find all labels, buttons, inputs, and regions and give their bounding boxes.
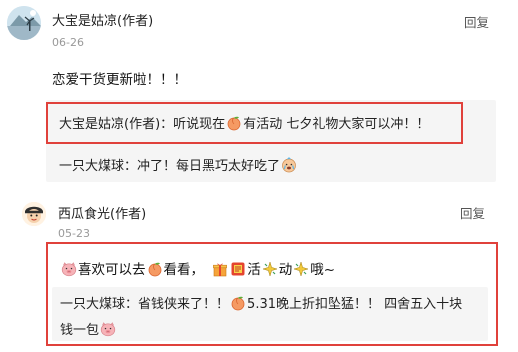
reply-text: 冲了！每日黑巧太好吃了 bbox=[137, 159, 281, 174]
comment-text-part: 活 bbox=[247, 262, 261, 278]
reply-item: 一只大煤球：冲了！每日黑巧太好吃了 bbox=[59, 155, 298, 174]
reply-separator: ： bbox=[160, 117, 174, 132]
avatar[interactable] bbox=[22, 202, 46, 226]
crying-face-emoji-icon bbox=[281, 157, 297, 173]
peach-emoji-icon bbox=[147, 261, 163, 277]
comment-date: 05-23 bbox=[58, 227, 90, 240]
comment-text: 喜欢可以去 看看， 活 动 哦~ bbox=[60, 258, 335, 278]
comment-text-part: 看看， bbox=[163, 262, 205, 278]
reply-button[interactable]: 回复 bbox=[464, 12, 489, 31]
comment-date: 06-26 bbox=[52, 36, 84, 49]
comment-text-part: 动 bbox=[278, 262, 293, 278]
reply-text: 省钱侠来了！！ bbox=[138, 297, 230, 312]
red-label-emoji-icon bbox=[230, 261, 246, 277]
comment-author[interactable]: 大宝是姑凉(作者) bbox=[52, 10, 153, 29]
peach-emoji-icon bbox=[226, 115, 242, 131]
pig-face-emoji-icon bbox=[61, 261, 77, 277]
reply-separator: ： bbox=[125, 297, 139, 312]
peach-emoji-icon bbox=[230, 295, 246, 311]
reply-item: 一只大煤球：省钱侠来了！！ 5.31晚上折扣坠猛！！ 四舍五入十块钱一包 bbox=[60, 292, 470, 344]
sparkle-emoji-icon bbox=[262, 261, 278, 277]
reply-separator: ： bbox=[124, 159, 138, 174]
gift-emoji-icon bbox=[212, 261, 228, 277]
reply-text: 有活动 七夕礼物大家可以冲！！ bbox=[243, 117, 430, 132]
reply-author[interactable]: 大宝是姑凉(作者) bbox=[59, 117, 160, 132]
reply-text: 听说现在 bbox=[173, 117, 226, 132]
sparkle-emoji-icon bbox=[293, 261, 309, 277]
comment-text-part: 哦~ bbox=[310, 262, 336, 278]
comment-author[interactable]: 西瓜食光(作者) bbox=[58, 203, 146, 222]
avatar[interactable] bbox=[7, 6, 41, 40]
reply-author[interactable]: 一只大煤球 bbox=[60, 297, 125, 312]
reply-button[interactable]: 回复 bbox=[460, 203, 485, 222]
reply-author[interactable]: 一只大煤球 bbox=[59, 159, 124, 174]
comment-text: 恋爱干货更新啦！！！ bbox=[52, 72, 187, 88]
pig-face-emoji-icon bbox=[100, 321, 116, 337]
reply-item: 大宝是姑凉(作者)：听说现在 有活动 七夕礼物大家可以冲！！ bbox=[59, 113, 429, 132]
comment-text-part: 喜欢可以去 bbox=[78, 262, 146, 278]
